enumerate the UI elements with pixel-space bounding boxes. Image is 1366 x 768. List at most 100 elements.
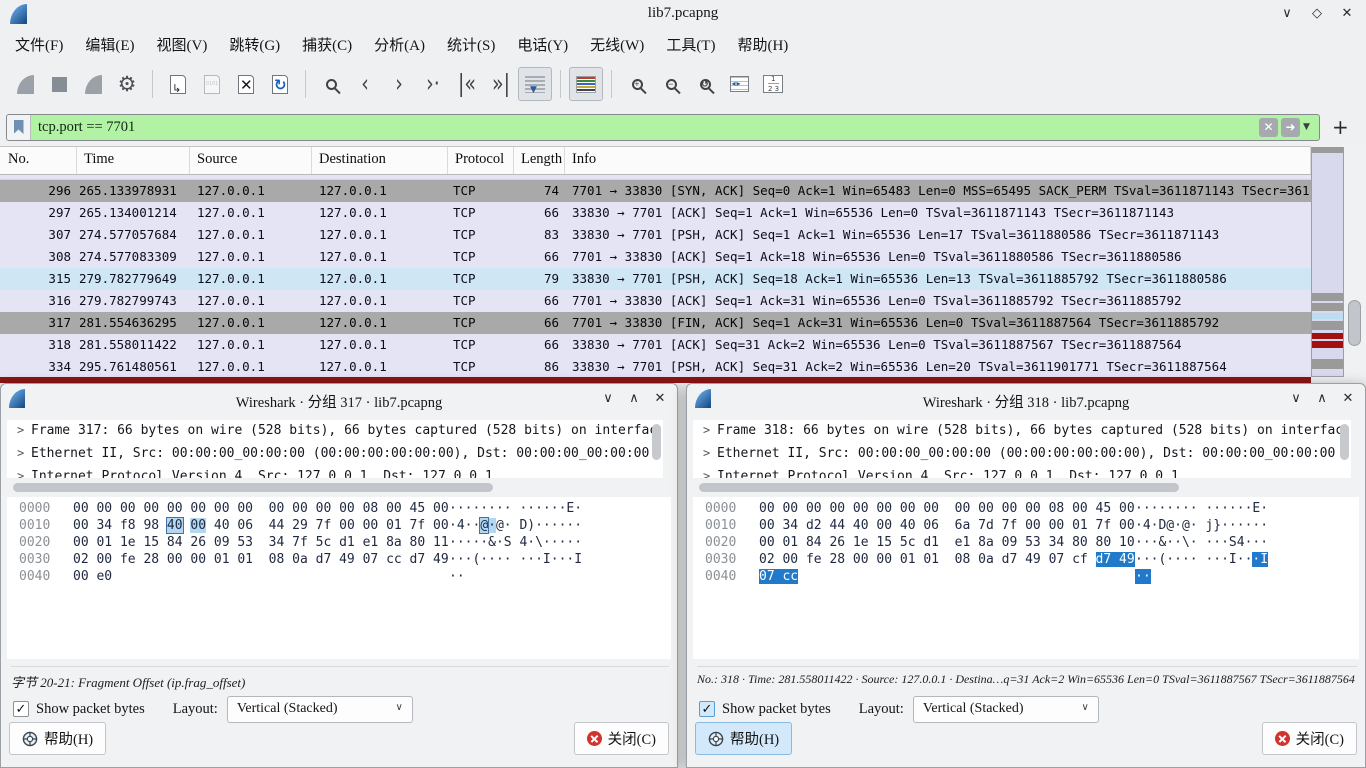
filter-text[interactable]: tcp.port == 7701: [38, 119, 1259, 136]
start-capture-button[interactable]: [8, 67, 42, 101]
proto-tree-row[interactable]: >Frame 317: 66 bytes on wire (528 bits),…: [7, 420, 663, 443]
hex-row[interactable]: 002000 01 84 26 1e 15 5c d1 e1 8a 09 53 …: [693, 535, 1359, 552]
hex-row[interactable]: 003002 00 fe 28 00 00 01 01 08 0a d7 49 …: [693, 552, 1359, 569]
go-back-button[interactable]: ‹: [348, 67, 382, 101]
expander-icon[interactable]: >: [693, 420, 709, 443]
dialog-title-bar[interactable]: Wireshark · 分组 317 · lib7.pcapng ∨∧✕: [1, 384, 677, 414]
minimize-button[interactable]: ∨: [597, 389, 619, 409]
hex-row[interactable]: 002000 01 1e 15 84 26 09 53 34 7f 5c d1 …: [7, 535, 671, 552]
zoom-in-button[interactable]: +: [620, 67, 654, 101]
find-packet-button[interactable]: [314, 67, 348, 101]
expander-icon[interactable]: >: [7, 443, 23, 466]
hex-row[interactable]: 004007 cc··: [693, 569, 1359, 586]
close-button[interactable]: ✕: [649, 389, 671, 409]
resize-columns-button[interactable]: [722, 67, 756, 101]
packet-row[interactable]: 334295.761480561127.0.0.1127.0.0.1TCP863…: [0, 356, 1311, 378]
tree-horizontal-scrollbar[interactable]: [693, 481, 1351, 494]
filter-clear-button[interactable]: ✕: [1259, 118, 1278, 137]
hex-row[interactable]: 001000 34 d2 44 40 00 40 06 6a 7d 7f 00 …: [693, 518, 1359, 535]
open-file-button[interactable]: [161, 67, 195, 101]
menu-item[interactable]: 跳转(G): [218, 30, 291, 59]
packet-minimap[interactable]: [1311, 147, 1344, 377]
restart-capture-button[interactable]: [76, 67, 110, 101]
minimize-button[interactable]: ∨: [1285, 389, 1307, 409]
colorize-button[interactable]: [569, 67, 603, 101]
packet-row[interactable]: 318281.558011422127.0.0.1127.0.0.1TCP663…: [0, 334, 1311, 356]
filter-add-button[interactable]: +: [1332, 115, 1349, 139]
proto-tree-row[interactable]: >Frame 318: 66 bytes on wire (528 bits),…: [693, 420, 1351, 443]
minimize-button[interactable]: ∨: [1276, 4, 1298, 24]
menu-item[interactable]: 工具(T): [655, 30, 726, 59]
column-header-time[interactable]: Time: [77, 147, 190, 174]
zoom-reset-button[interactable]: ↺: [688, 67, 722, 101]
show-packet-bytes-checkbox[interactable]: ✓: [13, 701, 29, 717]
close-button[interactable]: ✕: [1336, 4, 1358, 24]
last-packet-button[interactable]: »|: [484, 67, 518, 101]
expander-icon[interactable]: >: [7, 420, 23, 443]
tree-horizontal-scrollbar[interactable]: [7, 481, 663, 494]
menu-item[interactable]: 捕获(C): [291, 30, 363, 59]
restore-button[interactable]: ∧: [1311, 389, 1333, 409]
go-to-packet-button[interactable]: ›·: [416, 67, 450, 101]
close-button[interactable]: 关闭(C): [574, 722, 669, 755]
column-header-info[interactable]: Info: [565, 147, 1311, 174]
capture-options-button[interactable]: [110, 67, 144, 101]
layout-select[interactable]: Vertical (Stacked) ∨: [227, 696, 413, 723]
maximize-button[interactable]: ◇: [1306, 4, 1328, 24]
menu-item[interactable]: 编辑(E): [74, 30, 145, 59]
layout-select[interactable]: Vertical (Stacked) ∨: [913, 696, 1099, 723]
tree-vertical-scrollbar[interactable]: [652, 424, 661, 460]
help-button[interactable]: 帮助(H): [695, 722, 792, 755]
filter-apply-button[interactable]: ➜: [1281, 118, 1300, 137]
tree-vertical-scrollbar[interactable]: [1340, 424, 1349, 460]
close-file-button[interactable]: [229, 67, 263, 101]
display-filter-input[interactable]: tcp.port == 7701 ✕ ➜ ▼: [6, 114, 1320, 141]
close-button[interactable]: ✕: [1337, 389, 1359, 409]
hex-row[interactable]: 001000 34 f8 98 40 00 40 06 44 29 7f 00 …: [7, 518, 671, 535]
packet-row[interactable]: 316279.782799743127.0.0.1127.0.0.1TCP667…: [0, 290, 1311, 312]
filter-bookmark-button[interactable]: [7, 115, 31, 140]
auto-scroll-button[interactable]: [518, 67, 552, 101]
save-file-button[interactable]: 0101: [195, 67, 229, 101]
scrollbar-handle[interactable]: [1348, 300, 1361, 346]
hex-row[interactable]: 000000 00 00 00 00 00 00 00 00 00 00 00 …: [7, 501, 671, 518]
packet-row[interactable]: 296265.133978931127.0.0.1127.0.0.1TCP747…: [0, 180, 1311, 202]
menu-item[interactable]: 文件(F): [4, 30, 74, 59]
show-packet-bytes-checkbox[interactable]: ✓: [699, 701, 715, 717]
expander-icon[interactable]: >: [7, 466, 23, 478]
reload-file-button[interactable]: [263, 67, 297, 101]
dialog-title-bar[interactable]: Wireshark · 分组 318 · lib7.pcapng ∨∧✕: [687, 384, 1365, 414]
close-button[interactable]: 关闭(C): [1262, 722, 1357, 755]
packet-row[interactable]: 315279.782779649127.0.0.1127.0.0.1TCP793…: [0, 268, 1311, 290]
proto-tree-row[interactable]: >Internet Protocol Version 4, Src: 127.0…: [7, 466, 663, 478]
column-header-protocol[interactable]: Protocol: [448, 147, 514, 174]
hex-row[interactable]: 004000 e0··: [7, 569, 671, 586]
layout-chooser-button[interactable]: [756, 67, 790, 101]
expander-icon[interactable]: >: [693, 443, 709, 466]
menu-item[interactable]: 电话(Y): [506, 30, 579, 59]
menu-item[interactable]: 无线(W): [579, 30, 655, 59]
filter-dropdown-icon[interactable]: ▼: [1303, 122, 1315, 132]
help-button[interactable]: 帮助(H): [9, 722, 106, 755]
packet-list-scrollbar[interactable]: [1344, 146, 1366, 383]
zoom-out-button[interactable]: −: [654, 67, 688, 101]
menu-item[interactable]: 视图(V): [146, 30, 219, 59]
scrollbar-handle[interactable]: [699, 483, 1179, 492]
hex-row[interactable]: 003002 00 fe 28 00 00 01 01 08 0a d7 49 …: [7, 552, 671, 569]
menu-item[interactable]: 分析(A): [363, 30, 436, 59]
proto-tree-row[interactable]: >Ethernet II, Src: 00:00:00_00:00:00 (00…: [693, 443, 1351, 466]
menu-item[interactable]: 帮助(H): [726, 30, 799, 59]
packet-row[interactable]: 317281.554636295127.0.0.1127.0.0.1TCP667…: [0, 312, 1311, 334]
stop-capture-button[interactable]: [42, 67, 76, 101]
column-header-no[interactable]: No.: [0, 147, 77, 174]
scrollbar-handle[interactable]: [13, 483, 493, 492]
title-bar[interactable]: lib7.pcapng ∨◇✕: [0, 0, 1366, 28]
restore-button[interactable]: ∧: [623, 389, 645, 409]
proto-tree-row[interactable]: >Ethernet II, Src: 00:00:00_00:00:00 (00…: [7, 443, 663, 466]
column-header-source[interactable]: Source: [190, 147, 312, 174]
column-header-length[interactable]: Length: [514, 147, 565, 174]
packet-row[interactable]: 297265.134001214127.0.0.1127.0.0.1TCP663…: [0, 202, 1311, 224]
hex-row[interactable]: 000000 00 00 00 00 00 00 00 00 00 00 00 …: [693, 501, 1359, 518]
packet-row[interactable]: 308274.577083309127.0.0.1127.0.0.1TCP667…: [0, 246, 1311, 268]
packet-row[interactable]: 307274.577057684127.0.0.1127.0.0.1TCP833…: [0, 224, 1311, 246]
